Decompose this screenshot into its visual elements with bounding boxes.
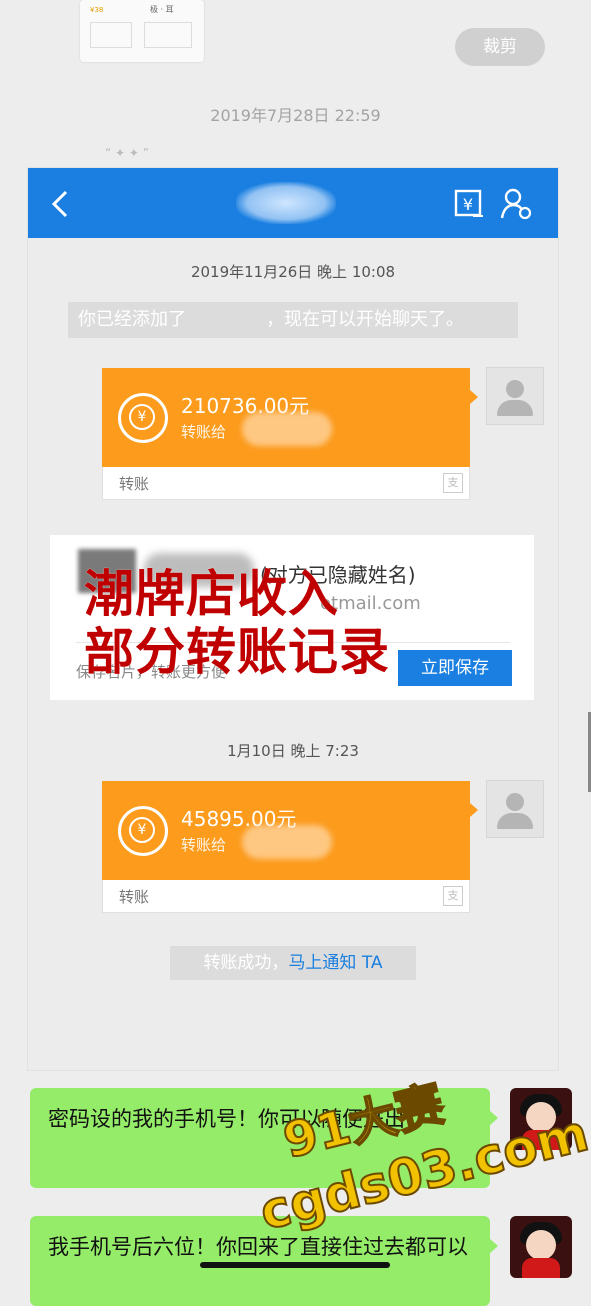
embedded-screenshot: ¥ 2019年11月26日 晚上 10:08 你已经添加了 ，现在可以开始聊天了。… [28,168,558,1070]
success-text: 转账成功， [203,953,289,973]
system-message-prefix: 你已经添加了 [78,309,186,330]
yuan-transfer-icon: ¥ [118,393,168,443]
transfer-icon[interactable]: ¥ [453,188,485,220]
transfer-recipient: 转账给 [181,836,227,854]
bubble-tail [470,803,478,817]
user-settings-icon[interactable] [498,186,534,222]
bubble-tail [489,1238,498,1254]
svg-text:¥: ¥ [463,195,473,214]
blurred-recipient [242,825,332,859]
avatar-face [526,1230,556,1260]
overlay-caption-line2: 部分转账记录 [84,623,390,681]
thumbnail-tag: ¥38 [90,6,104,14]
avatar-head [506,793,524,811]
chat-bubble-outgoing[interactable]: 密码设的我的手机号！你可以随便进出 [30,1088,498,1188]
transfer-label: 转账 [119,475,150,493]
message-text: 密码设的我的手机号！你可以随便进出 [48,1107,405,1131]
avatar-face [526,1102,556,1132]
blurred-contact-name [236,182,336,224]
transfer-success-message: 转账成功，马上通知 TA [170,946,416,980]
alipay-nav-bar: ¥ [28,168,558,238]
avatar[interactable] [486,367,544,425]
user-avatar[interactable] [510,1216,572,1278]
avatar-body [497,400,533,416]
save-contact-button[interactable]: 立即保存 [398,650,512,686]
transfer-label: 转账 [119,888,150,906]
transfer-card-body: ¥ 45895.00元 转账给 [102,781,470,880]
home-indicator[interactable] [200,1262,390,1268]
notify-link[interactable]: 马上通知 TA [288,953,382,973]
message-text: 我手机号后六位！你回来了直接住过去都可以 [48,1235,468,1259]
alipay-icon: 支 [443,886,463,906]
avatar-dress [522,1130,560,1150]
crop-button[interactable]: 裁剪 [455,28,545,66]
user-avatar[interactable] [510,1088,572,1150]
transfer-card-body: ¥ 210736.00元 转账给 [102,368,470,467]
transfer-card[interactable]: ¥ 210736.00元 转账给 转账 支 [102,368,478,500]
thumbnail-box [90,22,132,48]
blurred-recipient [242,412,332,446]
system-message-suffix: ，现在可以开始聊天了。 [266,309,464,330]
chat-bubble-outgoing[interactable]: 我手机号后六位！你回来了直接住过去都可以 [30,1216,498,1306]
cut-off-message: “ ✦ ✦ ” [105,146,149,156]
back-icon[interactable] [50,190,70,218]
transfer-card-footer: 转账 支 [102,880,470,913]
bubble-tail [470,390,478,404]
transfer-card-footer: 转账 支 [102,467,470,500]
chat-timestamp: 2019年11月26日 晚上 10:08 [190,263,396,281]
thumbnail-title: 极 · 耳 [150,5,174,14]
transfer-card[interactable]: ¥ 45895.00元 转账给 转账 支 [102,781,478,913]
alipay-icon: 支 [443,473,463,493]
overlay-caption-line1: 潮牌店收入 [84,565,339,623]
chat-timestamp: 1月10日 晚上 7:23 [227,742,359,760]
image-thumbnail[interactable]: ¥38 极 · 耳 [80,0,204,62]
avatar-dress [522,1258,560,1278]
yuan-transfer-icon: ¥ [118,806,168,856]
avatar-body [497,813,533,829]
system-message: 你已经添加了 ，现在可以开始聊天了。 [68,302,518,338]
avatar-head [506,380,524,398]
bubble-tail [489,1110,498,1126]
chat-timestamp: 2019年7月28日 22:59 [210,106,381,125]
thumbnail-box [144,22,192,48]
avatar[interactable] [486,780,544,838]
transfer-recipient: 转账给 [181,423,227,441]
